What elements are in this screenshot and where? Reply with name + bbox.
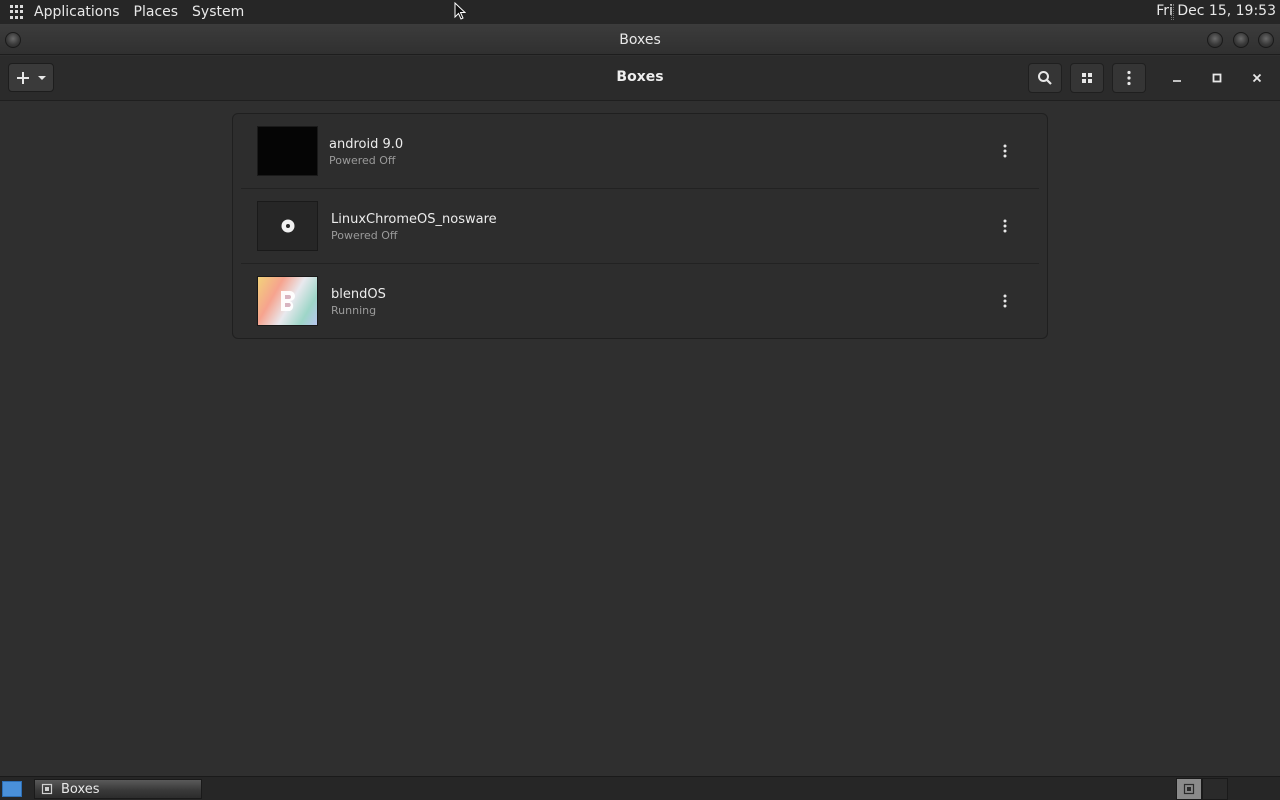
vertical-dots-icon: [1003, 294, 1007, 308]
window-titlebar[interactable]: Boxes: [0, 24, 1280, 55]
vertical-dots-icon: [1127, 70, 1131, 86]
list-item[interactable]: blendOS Running: [233, 264, 1047, 339]
bottom-panel: Boxes: [0, 776, 1280, 800]
box-name: blendOS: [331, 287, 386, 302]
taskbar-item-label: Boxes: [61, 781, 100, 797]
box-thumbnail: [257, 126, 318, 176]
blendos-logo-icon: [280, 291, 295, 311]
box-status: Powered Off: [329, 154, 396, 167]
header-bar: Boxes: [0, 56, 1280, 101]
workspace-switcher-1[interactable]: [1176, 778, 1202, 800]
box-thumbnail: [257, 201, 318, 251]
taskbar-item-boxes[interactable]: Boxes: [34, 779, 202, 799]
vertical-dots-icon: [1003, 219, 1007, 233]
view-toggle-button[interactable]: [1070, 63, 1104, 93]
box-status: Powered Off: [331, 229, 398, 242]
search-button[interactable]: [1028, 63, 1062, 93]
show-desktop-button[interactable]: [2, 781, 22, 797]
disc-icon: [281, 219, 294, 233]
workspace-switcher-2[interactable]: [1202, 778, 1228, 800]
wm-maximize-button[interactable]: [1233, 32, 1249, 48]
box-menu-button[interactable]: [993, 213, 1017, 239]
applications-grid-icon[interactable]: [10, 5, 24, 19]
boxes-app-icon: [41, 783, 53, 795]
wm-close-button[interactable]: [1258, 32, 1274, 48]
box-name: LinuxChromeOS_nosware: [331, 212, 497, 227]
box-status: Running: [331, 304, 377, 317]
window-thumbnail-icon: [1183, 783, 1195, 795]
mouse-cursor-icon: [454, 2, 466, 20]
maximize-icon: [1212, 73, 1222, 83]
main-menu-button[interactable]: [1112, 63, 1146, 93]
menu-system[interactable]: System: [192, 4, 244, 20]
maximize-button[interactable]: [1203, 64, 1231, 92]
box-thumbnail: [257, 276, 318, 326]
list-item[interactable]: android 9.0 Powered Off: [233, 114, 1047, 189]
search-icon: [1038, 71, 1052, 85]
grid-view-icon: [1082, 73, 1092, 83]
box-menu-button[interactable]: [993, 138, 1017, 164]
menu-places[interactable]: Places: [134, 4, 179, 20]
box-list: android 9.0 Powered Off LinuxChromeOS_no…: [232, 113, 1048, 339]
box-name: android 9.0: [329, 137, 404, 152]
minimize-icon: [1173, 80, 1181, 82]
clock[interactable]: Fri Dec 15, 19:53: [1156, 3, 1276, 19]
menu-applications[interactable]: Applications: [34, 4, 120, 20]
vertical-dots-icon: [1003, 144, 1007, 158]
minimize-button[interactable]: [1163, 64, 1191, 92]
close-icon: [1252, 73, 1262, 83]
close-button[interactable]: [1243, 64, 1271, 92]
window-title: Boxes: [619, 32, 661, 48]
list-item[interactable]: LinuxChromeOS_nosware Powered Off: [233, 189, 1047, 264]
wm-minimize-button[interactable]: [1207, 32, 1223, 48]
top-panel: Applications Places System Fri Dec 15, 1…: [0, 0, 1280, 24]
box-menu-button[interactable]: [993, 288, 1017, 314]
